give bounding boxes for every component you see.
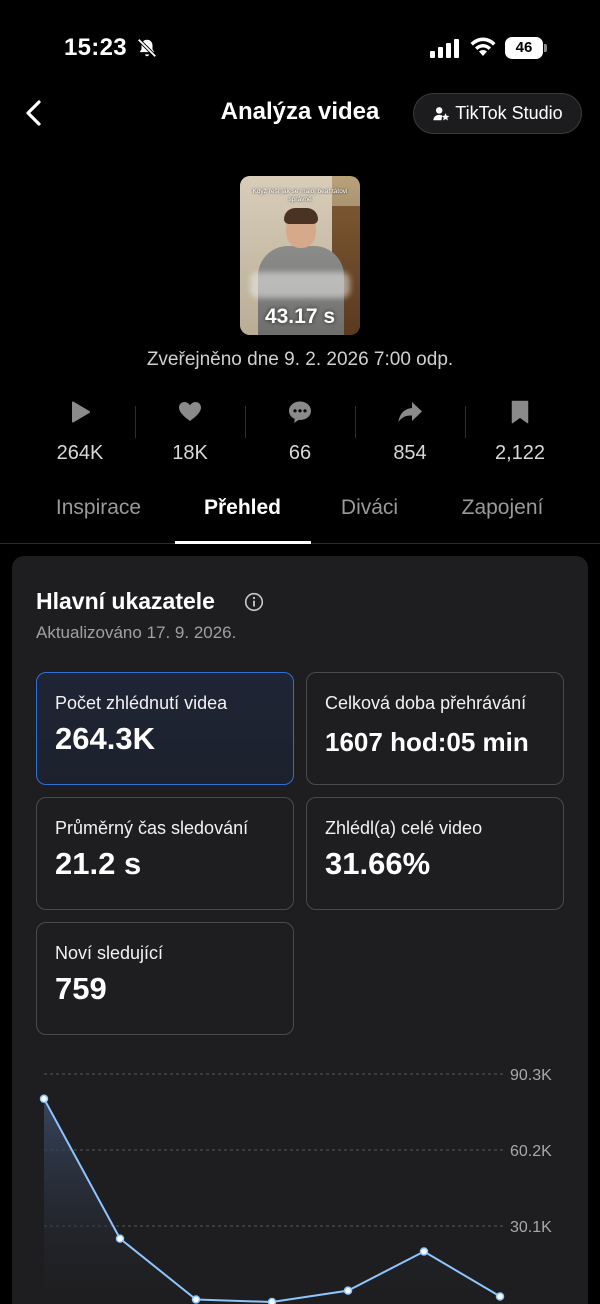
metric-video-views[interactable]: Počet zhlédnutí videa 264.3K [36,672,294,785]
metric-value: 21.2 s [55,846,142,881]
stat-shares-value: 854 [393,442,427,464]
metric-value: 759 [55,971,107,1006]
metric-new-followers[interactable]: Noví sledující 759 [36,922,294,1035]
tab-zapojeni[interactable]: Zapojení [435,496,570,544]
metric-total-watch-time[interactable]: Celková doba přehrávání 1607 hod:05 min [306,672,564,785]
metric-value: 264.3K [55,721,155,756]
status-bar: 15:23 46 [0,0,600,96]
stat-views-value: 264K [56,442,104,464]
info-icon[interactable] [244,592,264,612]
metric-value: 1607 hod:05 min [325,727,529,757]
stat-saves-value: 2,122 [494,442,546,464]
tab-divaci[interactable]: Diváci [302,496,437,544]
battery-level: 46 [505,37,543,59]
play-icon [72,401,90,423]
analytics-tabs: Inspirace Přehled Diváci Zapojení [0,496,600,544]
video-duration: 43.17 s [264,305,336,328]
person-star-icon [433,106,450,120]
video-thumbnail[interactable]: Když řeší jak se maloj beat tátovi správ… [240,176,360,335]
views-chart: 90.3K 60.2K 30.1K [39,1067,552,1304]
back-button[interactable] [18,96,54,132]
chart-data-point[interactable] [115,1234,125,1243]
active-tab-indicator [175,541,311,544]
chart-y-tick-label: 30.1K [510,1219,552,1236]
video-caption: Když řeší jak se maloj beat tátovi správ… [252,188,348,203]
tab-prehled[interactable]: Přehled [175,496,310,544]
chart-data-point[interactable] [267,1297,277,1304]
heart-icon [179,402,201,421]
wifi-icon [470,37,496,56]
battery-icon: 46 [505,37,547,59]
chevron-left-icon [26,100,41,126]
comment-icon [289,401,311,423]
metric-label: Noví sledující [55,943,164,963]
signal-icon [430,39,459,58]
stat-saves: 2,122 [465,396,575,468]
chart-y-tick-label: 90.3K [510,1067,552,1084]
stat-views: 264K [25,396,135,468]
key-metrics-card: Hlavní ukazatele Aktualizováno 17. 9. 20… [12,556,588,1304]
chart-area-fill [44,1098,500,1302]
share-icon [398,402,422,422]
metric-value: 31.66% [325,846,431,881]
bell-slash-icon [137,38,157,58]
metric-label: Celková doba přehrávání [325,693,527,713]
chart-data-point[interactable] [419,1247,429,1256]
status-time: 15:23 [64,34,127,61]
chart-y-tick-label: 60.2K [510,1143,552,1160]
stat-comments-value: 66 [288,442,312,464]
tab-inspirace[interactable]: Inspirace [31,496,166,544]
bookmark-icon [511,400,529,424]
metric-average-watch-time[interactable]: Průměrný čas sledování 21.2 s [36,797,294,910]
tiktok-studio-button[interactable]: TikTok Studio [413,93,582,134]
chart-data-point[interactable] [495,1292,505,1301]
tiktok-studio-label: TikTok Studio [455,103,563,123]
chart-data-point[interactable] [39,1094,49,1103]
updated-date: Aktualizováno 17. 9. 2026. [36,623,237,642]
card-title: Hlavní ukazatele [36,588,215,614]
metric-watched-full-video[interactable]: Zhlédl(a) celé video 31.66% [306,797,564,910]
published-date: Zveřejněno dne 9. 2. 2026 7:00 odp. [146,349,454,370]
engagement-stats: 264K 18K 66 854 2,122 [25,396,575,468]
stat-likes-value: 18K [172,442,208,464]
stat-shares: 854 [355,396,465,468]
stat-likes: 18K [135,396,245,468]
chart-data-point[interactable] [343,1286,353,1295]
metric-label: Počet zhlédnutí videa [55,693,228,713]
metric-label: Zhlédl(a) celé video [325,818,483,838]
metric-label: Průměrný čas sledování [55,818,249,838]
stat-comments: 66 [245,396,355,468]
chart-data-point[interactable] [191,1295,201,1304]
